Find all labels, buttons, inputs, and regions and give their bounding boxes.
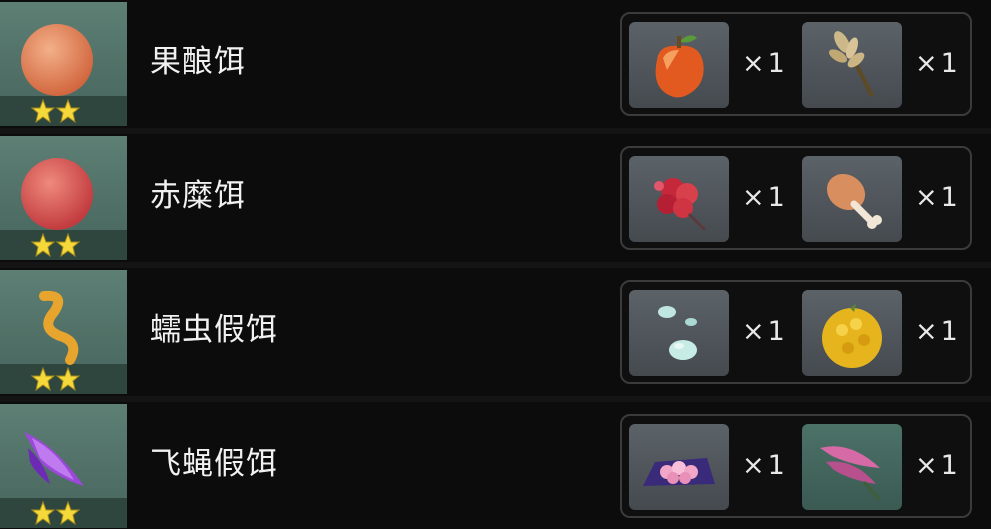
materials-panel: ×1 ×1 — [620, 12, 972, 116]
material-slot[interactable]: ×1 — [802, 424, 958, 510]
materials-panel: ×1 ×1 — [620, 146, 972, 250]
material-slot[interactable]: ×1 — [629, 156, 785, 242]
wheat-icon — [828, 31, 874, 97]
rarity-stars — [30, 232, 81, 258]
material-slot[interactable]: ×1 — [802, 156, 958, 242]
material-slot[interactable]: ×1 — [802, 22, 958, 108]
recipe-row[interactable]: 赤糜饵 ×1 ×1 — [0, 134, 991, 262]
bait-thumbnail — [0, 136, 127, 260]
material-quantity: ×1 — [742, 182, 788, 213]
material-quantity: ×1 — [742, 450, 788, 481]
slime-drops-icon — [658, 306, 697, 360]
material-quantity: ×1 — [742, 316, 788, 347]
recipe-row[interactable]: 蠕虫假饵 ×1 ×1 — [0, 268, 991, 396]
pink-coral-cloth-icon — [643, 458, 715, 486]
bait-name: 果酿饵 — [150, 44, 246, 80]
drumstick-icon — [826, 173, 882, 229]
recipe-row[interactable]: 果酿饵 ×1 ×1 — [0, 0, 991, 128]
material-quantity: ×1 — [742, 48, 788, 79]
material-slot[interactable]: ×1 — [802, 290, 958, 376]
rarity-stars — [30, 366, 81, 392]
bait-thumbnail — [0, 404, 127, 528]
yellow-berry-icon — [822, 304, 882, 368]
apple-icon — [655, 35, 704, 98]
rarity-stars — [30, 500, 81, 526]
bait-thumbnail — [0, 270, 127, 394]
red-ball-icon — [21, 158, 93, 230]
material-quantity: ×1 — [915, 450, 961, 481]
orange-ball-icon — [21, 24, 93, 96]
material-quantity: ×1 — [915, 48, 961, 79]
material-slot[interactable]: ×1 — [629, 22, 785, 108]
bait-name: 飞蝇假饵 — [150, 446, 278, 482]
bait-thumbnail — [0, 2, 127, 126]
material-quantity: ×1 — [915, 182, 961, 213]
purple-fly-icon — [24, 432, 84, 486]
recipe-row[interactable]: 飞蝇假饵 ×1 ×1 — [0, 402, 991, 529]
red-flower-icon — [654, 178, 707, 232]
bait-recipe-list: 果酿饵 ×1 ×1 赤糜饵 ×1 ×1 蠕虫假饵 ×1 ×1 飞蝇假饵 ×1 ×… — [0, 0, 991, 529]
pink-feather-icon — [820, 446, 882, 501]
material-slot[interactable]: ×1 — [629, 424, 785, 510]
rarity-stars — [30, 98, 81, 124]
worm-icon — [39, 290, 79, 365]
materials-panel: ×1 ×1 — [620, 280, 972, 384]
bait-name: 赤糜饵 — [150, 178, 246, 214]
bait-name: 蠕虫假饵 — [150, 312, 278, 348]
material-slot[interactable]: ×1 — [629, 290, 785, 376]
material-quantity: ×1 — [915, 316, 961, 347]
materials-panel: ×1 ×1 — [620, 414, 972, 518]
